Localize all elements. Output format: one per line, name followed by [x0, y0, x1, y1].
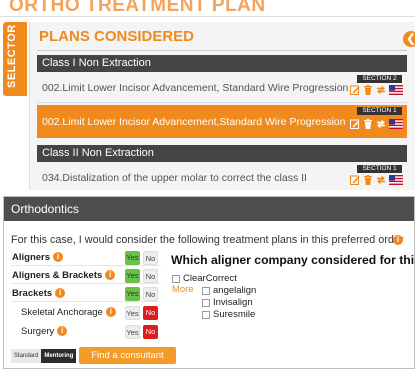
- page-heading: ORTHO TREATMENT PLAN: [9, 0, 266, 16]
- option-label: ClearCorrect: [183, 273, 237, 284]
- plan-label: 034.Distalization of the upper molar to …: [42, 172, 307, 184]
- info-icon[interactable]: i: [53, 252, 64, 263]
- treatment-label: Aligners i: [12, 252, 64, 263]
- treatment-row-aligners: Aligners i Yes No: [11, 250, 161, 266]
- swap-icon[interactable]: [376, 175, 386, 185]
- us-flag-icon[interactable]: [389, 85, 403, 95]
- row-actions: [350, 175, 403, 185]
- selector-tab[interactable]: SELECTOR: [3, 22, 27, 96]
- mentoring-toggle[interactable]: Mentoring: [41, 349, 77, 363]
- plan-row[interactable]: 002.Limit Lower Incisor Advancement, Sta…: [37, 73, 407, 103]
- no-button[interactable]: No: [143, 306, 158, 320]
- aligner-option-clearcorrect[interactable]: ClearCorrect: [172, 273, 237, 284]
- plans-considered-title: PLANS CONSIDERED: [39, 28, 195, 45]
- aligner-option-angelalign[interactable]: angelalign: [202, 285, 256, 296]
- treatment-name: Surgery: [21, 326, 55, 337]
- edit-icon[interactable]: [350, 175, 360, 185]
- info-icon[interactable]: i: [57, 326, 68, 337]
- group-header-class-1: Class I Non Extraction: [37, 55, 407, 72]
- treatment-label: Brackets i: [12, 288, 66, 299]
- group-header-class-2: Class II Non Extraction: [37, 145, 407, 162]
- treatment-name: Aligners: [12, 252, 51, 263]
- treatment-name: Skeletal Anchorage: [21, 307, 103, 318]
- selector-tab-label: SELECTOR: [6, 24, 18, 88]
- mode-toggle: Standard Mentoring: [11, 349, 77, 363]
- info-icon[interactable]: i: [55, 288, 66, 299]
- yes-button[interactable]: Yes: [125, 325, 140, 339]
- info-icon[interactable]: i: [393, 235, 403, 245]
- swap-icon[interactable]: [376, 85, 386, 95]
- orthodontics-panel: Orthodontics For this case, I would cons…: [3, 196, 415, 369]
- checkbox[interactable]: [202, 310, 210, 319]
- us-flag-icon[interactable]: [389, 175, 403, 185]
- swap-icon[interactable]: [376, 119, 386, 129]
- plan-label: 002.Limit Lower Incisor Advancement,Stan…: [42, 116, 346, 128]
- plans-content: PLANS CONSIDERED ❮ Class I Non Extractio…: [29, 22, 415, 190]
- option-label: Invisalign: [213, 297, 253, 308]
- section-badge: SECTION 1: [357, 165, 402, 173]
- find-consultant-button[interactable]: Find a consultant: [79, 347, 176, 364]
- edit-icon[interactable]: [350, 85, 360, 95]
- checkbox[interactable]: [202, 286, 210, 295]
- treatment-row-brackets: Brackets i Yes No: [11, 286, 161, 302]
- aligner-option-invisalign[interactable]: Invisalign: [202, 297, 253, 308]
- info-icon[interactable]: i: [105, 270, 116, 281]
- treatment-row-aligners-brackets: Aligners & Brackets i Yes No: [11, 268, 161, 284]
- row-actions: [350, 85, 403, 95]
- heading-divider: [0, 16, 415, 17]
- orthodontics-header: Orthodontics: [4, 197, 414, 221]
- row-actions: [350, 119, 403, 129]
- yes-button[interactable]: Yes: [125, 306, 140, 320]
- option-label: Suresmile: [213, 309, 256, 320]
- trash-icon[interactable]: [363, 175, 373, 185]
- no-button[interactable]: No: [143, 251, 158, 265]
- treatment-plan-panel: ORTHO TREATMENT PLAN SELECTOR PLANS CONS…: [0, 0, 415, 190]
- yes-button[interactable]: Yes: [125, 287, 140, 301]
- treatment-name: Aligners & Brackets: [12, 270, 103, 281]
- checkbox[interactable]: [202, 298, 210, 307]
- treatment-name: Brackets: [12, 288, 53, 299]
- info-icon[interactable]: i: [105, 307, 116, 318]
- no-button[interactable]: No: [143, 287, 158, 301]
- yes-button[interactable]: Yes: [125, 251, 140, 265]
- checkbox[interactable]: [172, 274, 180, 283]
- plan-label: 002.Limit Lower Incisor Advancement, Sta…: [42, 82, 349, 94]
- section-badge: SECTION 1: [357, 107, 402, 115]
- treatment-label: Surgery i: [21, 326, 68, 337]
- edit-icon[interactable]: [350, 119, 360, 129]
- trash-icon[interactable]: [363, 119, 373, 129]
- trash-icon[interactable]: [363, 85, 373, 95]
- standard-toggle[interactable]: Standard: [11, 349, 42, 363]
- ortho-treatment-page: ORTHO TREATMENT PLAN SELECTOR PLANS CONS…: [0, 0, 415, 369]
- us-flag-icon[interactable]: [389, 119, 403, 129]
- no-button[interactable]: No: [143, 269, 158, 283]
- aligner-question: Which aligner company considered for thi…: [171, 253, 415, 267]
- treatment-row-surgery: Surgery i Yes No: [11, 324, 161, 340]
- treatment-label: Aligners & Brackets i: [12, 270, 116, 281]
- aligner-option-suresmile[interactable]: Suresmile: [202, 309, 255, 320]
- yes-button[interactable]: Yes: [125, 269, 140, 283]
- option-label: angelalign: [213, 285, 257, 296]
- plans-divider: [37, 50, 407, 51]
- treatment-row-skeletal-anchorage: Skeletal Anchorage i Yes No: [11, 305, 161, 321]
- no-button[interactable]: No: [143, 325, 158, 339]
- plan-row-selected[interactable]: 002.Limit Lower Incisor Advancement,Stan…: [37, 105, 407, 138]
- consider-instructions: For this case, I would consider the foll…: [11, 234, 404, 246]
- plan-row[interactable]: 034.Distalization of the upper molar to …: [37, 163, 407, 190]
- treatment-label: Skeletal Anchorage i: [21, 307, 116, 318]
- section-badge: SECTION 2: [357, 75, 402, 83]
- collapse-chevron-icon[interactable]: ❮: [403, 31, 415, 47]
- more-link[interactable]: More: [172, 284, 194, 295]
